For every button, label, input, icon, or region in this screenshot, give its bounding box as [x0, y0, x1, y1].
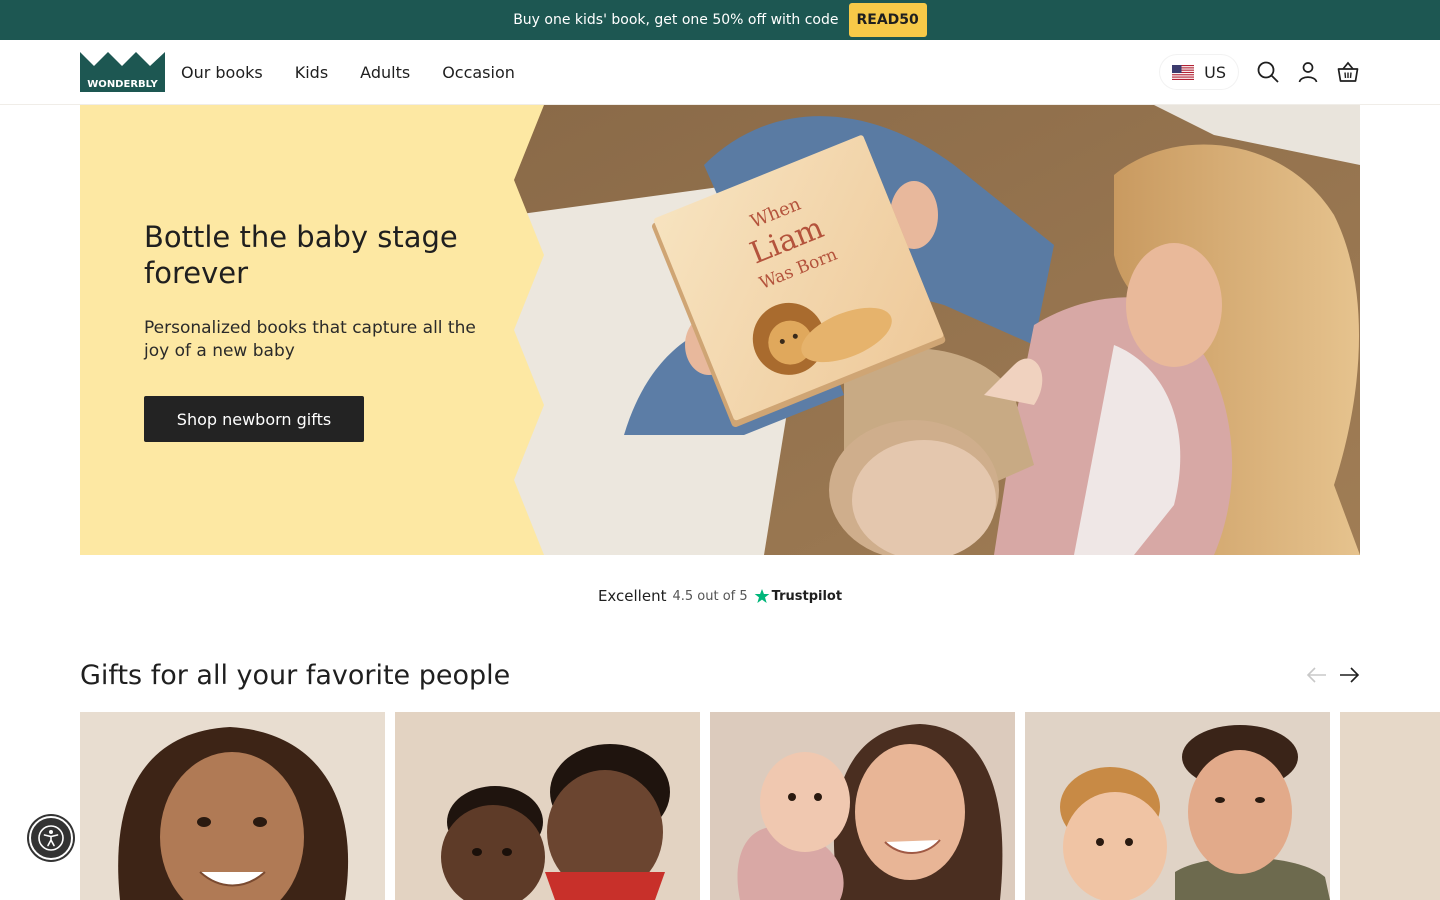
hero-banner: Bottle the baby stage forever Personaliz…: [80, 105, 1360, 555]
trust-score: 4.5 out of 5: [672, 588, 748, 604]
nav-adults[interactable]: Adults: [360, 63, 410, 82]
girl-portrait-image: [80, 712, 385, 900]
gift-card-partial[interactable]: [1340, 712, 1440, 900]
trustpilot-brand: Trustpilot: [754, 588, 842, 604]
locale-label: US: [1204, 62, 1226, 82]
trustpilot-widget[interactable]: Excellent 4.5 out of 5 Trustpilot: [0, 585, 1440, 607]
gifts-section-title: Gifts for all your favorite people: [80, 659, 511, 691]
gift-card-girl[interactable]: [80, 712, 385, 900]
carousel-prev-arrow-icon[interactable]: [1306, 664, 1328, 686]
trust-rating: Excellent: [597, 587, 667, 605]
trustpilot-star-icon: [754, 589, 769, 603]
two-boys-portrait-image: [395, 712, 700, 900]
hero-title: Bottle the baby stage forever: [144, 220, 458, 290]
carousel-controls: [1306, 664, 1360, 686]
locale-selector[interactable]: US: [1160, 55, 1238, 89]
logo-wordmark: WONDERBLY: [87, 79, 158, 90]
accessibility-icon: [38, 825, 64, 851]
carousel-next-arrow-icon[interactable]: [1338, 664, 1360, 686]
trustpilot-label: Trustpilot: [771, 588, 843, 604]
gift-cards-carousel: [80, 712, 1440, 900]
nav-our-books[interactable]: Our books: [181, 63, 263, 82]
father-son-portrait-image: [1025, 712, 1330, 900]
promo-code-badge: READ50: [848, 3, 927, 37]
us-flag-icon: [1172, 64, 1195, 80]
account-icon[interactable]: [1296, 60, 1320, 84]
shop-newborn-gifts-button[interactable]: Shop newborn gifts: [144, 396, 364, 442]
nav-kids[interactable]: Kids: [295, 63, 328, 82]
main-nav: Our books Kids Adults Occasion: [181, 63, 515, 82]
logo-icon: WONDERBLY: [80, 52, 165, 92]
gift-card-father-son[interactable]: [1025, 712, 1330, 900]
wonderbly-logo[interactable]: WONDERBLY: [80, 52, 165, 92]
nav-occasion[interactable]: Occasion: [442, 63, 515, 82]
site-header: WONDERBLY Our books Kids Adults Occasion…: [0, 40, 1440, 105]
hero-photo-mother-baby-book: When Liam Was Born: [514, 105, 1360, 555]
hero-subtitle: Personalized books that capture all the …: [144, 318, 476, 361]
header-actions: US: [1160, 55, 1360, 89]
partial-card-image: [1340, 712, 1440, 900]
gifts-section-header: Gifts for all your favorite people: [80, 655, 1360, 695]
gift-card-brothers[interactable]: [395, 712, 700, 900]
accessibility-button[interactable]: [29, 816, 73, 860]
mother-baby-portrait-image: [710, 712, 1015, 900]
gift-card-mother-baby[interactable]: [710, 712, 1015, 900]
basket-icon[interactable]: [1336, 60, 1360, 84]
promo-bar: Buy one kids' book, get one 50% off with…: [0, 0, 1440, 40]
promo-text: Buy one kids' book, get one 50% off with…: [513, 12, 839, 28]
search-icon[interactable]: [1256, 60, 1280, 84]
hero-copy: Bottle the baby stage forever Personaliz…: [144, 219, 504, 442]
